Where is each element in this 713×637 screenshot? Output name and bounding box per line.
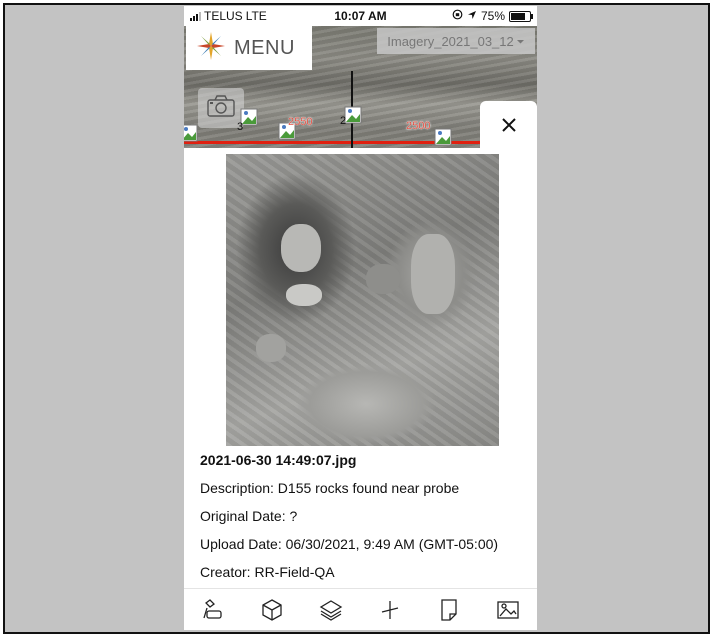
- phone-screen: TELUS LTE 10:07 AM 75% MENU Imagery_2021…: [184, 6, 537, 630]
- chevron-down-icon: [516, 34, 525, 49]
- marker-count: 2: [340, 115, 347, 127]
- imagery-select-value: Imagery_2021_03_12: [387, 33, 514, 49]
- page-icon[interactable]: [436, 597, 462, 623]
- rock-shape: [256, 334, 286, 362]
- distance-label: 2500: [406, 120, 431, 132]
- location-icon: [467, 9, 477, 23]
- photo-image[interactable]: [226, 154, 499, 446]
- measure-icon[interactable]: [200, 597, 226, 623]
- photo-filename: 2021-06-30 14:49:07.jpg: [200, 452, 357, 468]
- lock-rotation-icon: [452, 9, 463, 23]
- photo-original-date: Original Date: ?: [200, 508, 298, 524]
- battery-icon: [509, 10, 533, 22]
- rock-shape: [411, 234, 455, 314]
- bottom-toolbar: [184, 588, 537, 630]
- cube-icon[interactable]: [259, 597, 285, 623]
- crosshair-icon[interactable]: [377, 597, 403, 623]
- imagery-select[interactable]: Imagery_2021_03_12: [377, 28, 535, 54]
- rock-shape: [286, 284, 322, 306]
- photo-marker-icon[interactable]: [184, 124, 198, 142]
- photo-description: Description: D155 rocks found near probe: [200, 480, 460, 496]
- distance-label: 2550: [288, 116, 313, 128]
- photo-upload-date: Upload Date: 06/30/2021, 9:49 AM (GMT-05…: [200, 536, 499, 552]
- marker-count: 3: [237, 121, 244, 133]
- close-icon: [501, 117, 516, 137]
- photo-creator: Creator: RR-Field-QA: [200, 564, 335, 580]
- status-bar: TELUS LTE 10:07 AM 75%: [184, 6, 537, 26]
- status-right: 75%: [452, 9, 533, 23]
- photo-marker-icon[interactable]: [434, 128, 452, 146]
- close-button[interactable]: [480, 101, 537, 153]
- rock-shape: [366, 264, 400, 294]
- rock-shape: [281, 224, 321, 272]
- photo-info: 2021-06-30 14:49:07.jpg Description: D15…: [200, 452, 530, 592]
- image-icon[interactable]: [495, 597, 521, 623]
- photo-marker-icon[interactable]: [344, 106, 362, 124]
- logo-icon: [196, 31, 226, 66]
- battery-percent: 75%: [480, 9, 505, 23]
- menu-label: MENU: [234, 36, 295, 59]
- camera-icon: [206, 94, 236, 123]
- menu-button[interactable]: MENU: [186, 26, 312, 70]
- layers-icon[interactable]: [318, 597, 344, 623]
